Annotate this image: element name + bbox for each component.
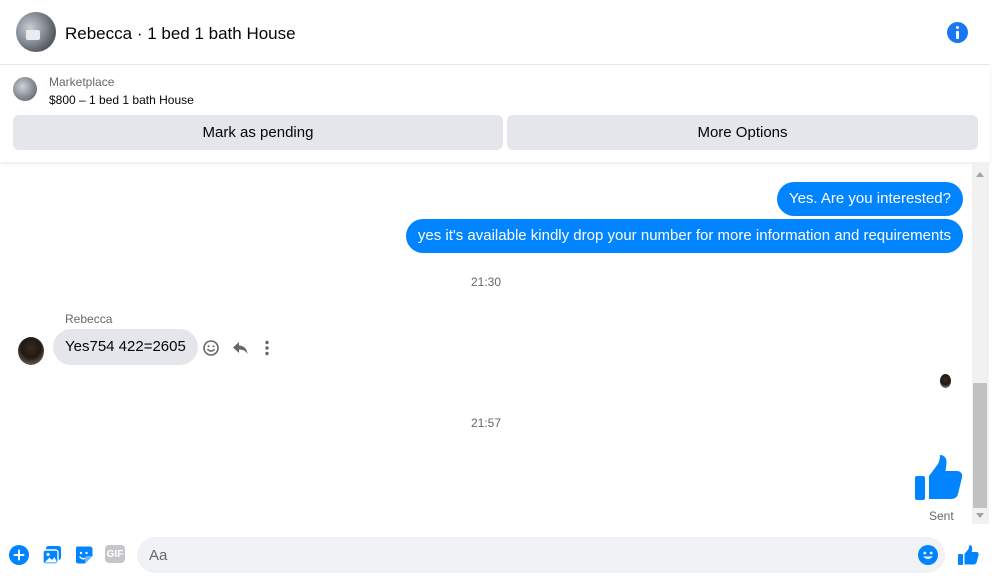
seen-receipt-avatar — [940, 374, 951, 388]
listing-thumbnail[interactable] — [13, 77, 37, 101]
outgoing-message[interactable]: Yes. Are you interested? — [776, 182, 963, 216]
reply-icon[interactable] — [231, 339, 249, 357]
photo-icon[interactable] — [42, 545, 62, 565]
sent-status: Sent — [929, 509, 954, 523]
message-timestamp: 21:30 — [470, 275, 502, 289]
listing-title[interactable]: $800 – 1 bed 1 bath House — [49, 93, 194, 107]
contact-avatar[interactable] — [16, 12, 56, 52]
thread-scrollbar[interactable] — [972, 162, 989, 524]
outgoing-message[interactable]: yes it's available kindly drop your numb… — [405, 219, 963, 253]
message-thread: Yes. Are you interested? yes it's availa… — [0, 162, 972, 530]
message-input[interactable] — [149, 537, 909, 573]
emoji-icon[interactable] — [918, 545, 938, 565]
scroll-up-arrow-icon[interactable] — [976, 172, 984, 177]
scroll-down-arrow-icon[interactable] — [976, 513, 984, 518]
sender-avatar[interactable] — [18, 337, 44, 365]
react-emoji-icon[interactable] — [202, 339, 220, 357]
more-options-button[interactable]: More Options — [507, 115, 978, 150]
plus-icon[interactable] — [9, 545, 29, 565]
mark-as-pending-button[interactable]: Mark as pending — [13, 115, 503, 150]
listing-source-label: Marketplace — [49, 75, 115, 89]
scrollbar-thumb[interactable] — [973, 383, 987, 508]
sender-name: Rebecca — [65, 312, 113, 326]
gif-label: GIF — [106, 549, 124, 560]
message-timestamp: 21:57 — [470, 416, 502, 430]
incoming-message[interactable]: Yes754 422=2605 — [53, 329, 198, 365]
sticker-icon[interactable] — [74, 545, 94, 565]
send-like-icon[interactable] — [957, 544, 979, 566]
thumbs-up-icon[interactable] — [912, 452, 964, 504]
marketplace-listing-panel: Marketplace $800 – 1 bed 1 bath House Ma… — [0, 66, 990, 162]
message-input-container[interactable] — [137, 537, 945, 573]
gif-icon[interactable]: GIF — [105, 545, 125, 563]
message-composer: GIF — [0, 531, 998, 578]
info-icon[interactable] — [947, 22, 968, 43]
conversation-header: Rebecca · 1 bed 1 bath House — [0, 0, 990, 65]
more-icon[interactable] — [258, 339, 276, 357]
conversation-title[interactable]: Rebecca · 1 bed 1 bath House — [65, 24, 296, 44]
